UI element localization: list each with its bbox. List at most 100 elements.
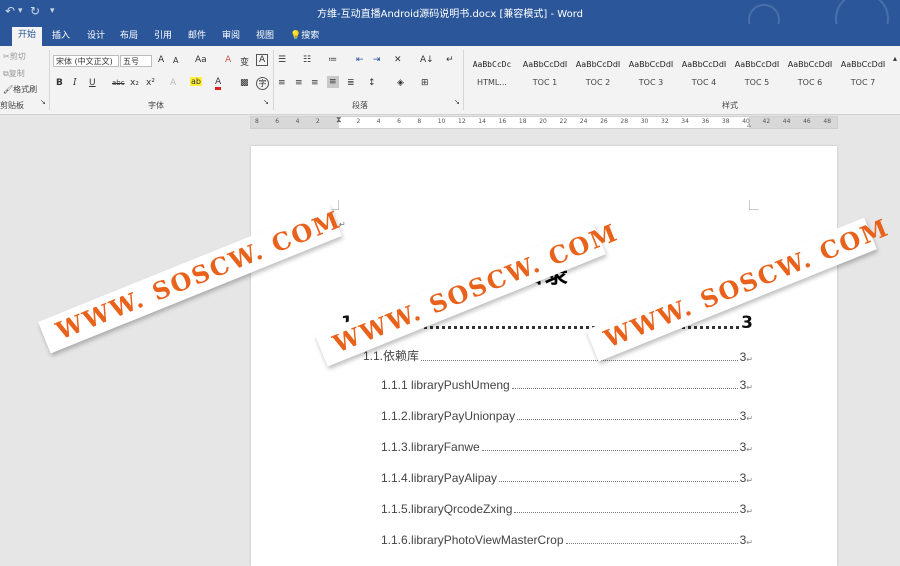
ruler-tick-label: 8 bbox=[417, 118, 422, 125]
ruler-tick-label: 12 bbox=[458, 118, 466, 125]
underline-button[interactable]: U bbox=[89, 78, 96, 88]
shrink-font-button[interactable]: A bbox=[173, 56, 178, 65]
toc-entry-text: 1.1.4.libraryPayAlipay bbox=[381, 471, 498, 485]
style-item[interactable]: AaBbCcDdI TOC 2 bbox=[572, 52, 624, 92]
superscript-button[interactable]: x² bbox=[146, 78, 155, 88]
toc-entry[interactable]: 1.1.6.libraryPhotoViewMasterCrop 3 ↵ bbox=[381, 533, 753, 547]
clear-formatting-button[interactable]: A bbox=[225, 55, 231, 65]
toc-entry[interactable]: 1.1.4.libraryPayAlipay 3 ↵ bbox=[381, 471, 753, 485]
chinese-layout-icon[interactable]: ✕ bbox=[394, 55, 402, 65]
ruler-tick-label: 30 bbox=[640, 118, 649, 125]
ruler-tick-label: 44 bbox=[782, 118, 791, 125]
font-size-select[interactable]: 五号 bbox=[120, 55, 152, 67]
decrease-indent-icon[interactable]: ⇤ bbox=[356, 55, 364, 65]
tell-me-search[interactable]: 💡搜索 bbox=[290, 28, 319, 42]
subscript-button[interactable]: x₂ bbox=[130, 78, 139, 88]
font-launcher-icon[interactable]: ↘ bbox=[263, 98, 269, 106]
style-item[interactable]: AaBbCcDdI TOC 4 bbox=[678, 52, 730, 92]
tab-insert[interactable]: 插入 bbox=[52, 28, 70, 42]
tab-view[interactable]: 视图 bbox=[256, 28, 274, 42]
ruler-tick-label: 16 bbox=[498, 118, 507, 125]
style-item[interactable]: AaBbCcDdI TOC 6 bbox=[784, 52, 836, 92]
bullets-icon[interactable]: ☰ bbox=[278, 55, 286, 65]
styles-scroll-icon[interactable]: ▴ bbox=[893, 54, 897, 63]
toc-entry-text: 1.1.2.libraryPayUnionpay bbox=[381, 409, 516, 423]
multilevel-list-icon[interactable]: ≔ bbox=[328, 55, 337, 65]
borders-icon[interactable]: ⊞ bbox=[421, 78, 429, 88]
style-preview: AaBbCcDc bbox=[472, 60, 512, 69]
style-item[interactable]: AaBbCcDdI TOC 5 bbox=[731, 52, 783, 92]
text-effects-button[interactable]: A bbox=[170, 78, 176, 88]
char-shading-button[interactable]: ▩ bbox=[240, 78, 249, 88]
right-indent-marker-icon[interactable]: ▵ bbox=[747, 120, 751, 129]
align-right-icon[interactable]: ≡ bbox=[311, 78, 319, 88]
style-item[interactable]: AaBbCcDdI TOC 1 bbox=[519, 52, 571, 92]
style-item[interactable]: AaBbCcDdI TOC 3 bbox=[625, 52, 677, 92]
bold-button[interactable]: B bbox=[56, 78, 63, 88]
char-border-button[interactable]: A bbox=[256, 54, 269, 66]
horizontal-ruler[interactable]: 8 6 4 2 2 4 6 8 10 12 14 16 18 20 22 24 26 28 30 32 34 36 38 40… bbox=[250, 115, 838, 129]
align-center-icon[interactable]: ≡ bbox=[295, 78, 303, 88]
highlight-button[interactable]: ab bbox=[190, 77, 202, 86]
change-case-button[interactable]: Aa bbox=[195, 55, 207, 65]
tab-references[interactable]: 引用 bbox=[154, 28, 172, 42]
shading-icon[interactable]: ◈ bbox=[397, 78, 404, 88]
title-bar: ↶ ▾ ↻ ▾ 方维-互动直播Android源码说明书.docx [兼容模式] … bbox=[0, 0, 900, 46]
toc-entry[interactable]: 1.1.5.libraryQrcodeZxing 3 ↵ bbox=[381, 502, 753, 516]
clipboard-launcher-icon[interactable]: ↘ bbox=[40, 98, 46, 106]
toc-entry-page: 3 bbox=[739, 440, 747, 454]
style-item[interactable]: AaBbCcDc HTML... bbox=[466, 52, 518, 92]
ruler-tick-label: 4 bbox=[295, 118, 300, 125]
toc-entry-page: 3 bbox=[739, 409, 747, 423]
tab-mailings[interactable]: 邮件 bbox=[188, 28, 206, 42]
style-name: TOC 5 bbox=[744, 78, 770, 87]
numbering-icon[interactable]: ☷ bbox=[303, 55, 311, 65]
phonetic-guide-button[interactable]: 变 bbox=[240, 55, 249, 68]
ribbon-tabs: 开始 插入 设计 布局 引用 邮件 审阅 视图 💡搜索 bbox=[0, 24, 900, 46]
toc-leader bbox=[481, 450, 738, 451]
increase-indent-icon[interactable]: ⇥ bbox=[373, 55, 381, 65]
paragraph-launcher-icon[interactable]: ↘ bbox=[454, 98, 460, 106]
copy-button[interactable]: ⧉复制 bbox=[3, 68, 25, 79]
toc-entry-page: 3 bbox=[739, 350, 747, 364]
style-name: TOC 4 bbox=[691, 78, 717, 87]
toc-entry[interactable]: 1.1.依赖库 3 ↵ bbox=[363, 347, 753, 364]
cut-button[interactable]: ✂剪切 bbox=[3, 51, 26, 62]
format-painter-button[interactable]: 🖌格式刷 bbox=[3, 84, 37, 95]
align-left-icon[interactable]: ≡ bbox=[278, 78, 286, 88]
ruler-tick-label: 20 bbox=[539, 118, 547, 125]
toc-entry[interactable]: 1.1.2.libraryPayUnionpay 3 ↵ bbox=[381, 409, 753, 423]
font-color-button[interactable]: A bbox=[215, 77, 222, 90]
ruler-tick-label: 8 bbox=[255, 118, 259, 125]
indent-marker-icon[interactable]: ⧗ bbox=[336, 115, 342, 125]
tab-layout[interactable]: 布局 bbox=[120, 28, 138, 42]
show-marks-button[interactable]: ↵ bbox=[446, 55, 454, 65]
italic-button[interactable]: I bbox=[73, 78, 77, 88]
grow-font-button[interactable]: A bbox=[158, 55, 164, 65]
font-name-select[interactable]: 宋体 (中文正文) bbox=[53, 55, 119, 67]
ruler-tick-label: 6 bbox=[275, 118, 280, 125]
scissors-icon: ✂ bbox=[3, 52, 10, 61]
justify-icon[interactable]: ≡ bbox=[327, 76, 339, 88]
sort-button[interactable]: A↓ bbox=[420, 55, 434, 65]
distributed-icon[interactable]: ≣ bbox=[347, 78, 355, 88]
style-preview: AaBbCcDdI bbox=[840, 60, 886, 69]
tab-home[interactable]: 开始 bbox=[12, 27, 43, 46]
tab-review[interactable]: 审阅 bbox=[222, 28, 240, 42]
style-preview: AaBbCcDdI bbox=[734, 60, 780, 69]
enclose-char-button[interactable]: 字 bbox=[256, 77, 269, 90]
toc-leader bbox=[499, 481, 738, 482]
toc-entry[interactable]: 1.1.1 libraryPushUmeng 3 ↵ bbox=[381, 378, 753, 392]
toc-entry-text: 1.1.5.libraryQrcodeZxing bbox=[381, 502, 513, 516]
toc-leader bbox=[511, 388, 738, 389]
style-name: HTML... bbox=[477, 78, 507, 87]
strikethrough-button[interactable]: abc bbox=[112, 79, 125, 87]
style-preview: AaBbCcDdI bbox=[575, 60, 621, 69]
tab-design[interactable]: 设计 bbox=[87, 28, 105, 42]
style-item[interactable]: AaBbCcDdI TOC 7 bbox=[837, 52, 889, 92]
ruler-tick-label: 22 bbox=[559, 118, 568, 125]
ruler-tick-label: 28 bbox=[620, 118, 629, 125]
toc-entry-text: 1.1.1 libraryPushUmeng bbox=[381, 378, 510, 392]
toc-entry[interactable]: 1.1.3.libraryFanwe 3 ↵ bbox=[381, 440, 753, 454]
line-spacing-icon[interactable]: ↕ bbox=[368, 78, 376, 88]
